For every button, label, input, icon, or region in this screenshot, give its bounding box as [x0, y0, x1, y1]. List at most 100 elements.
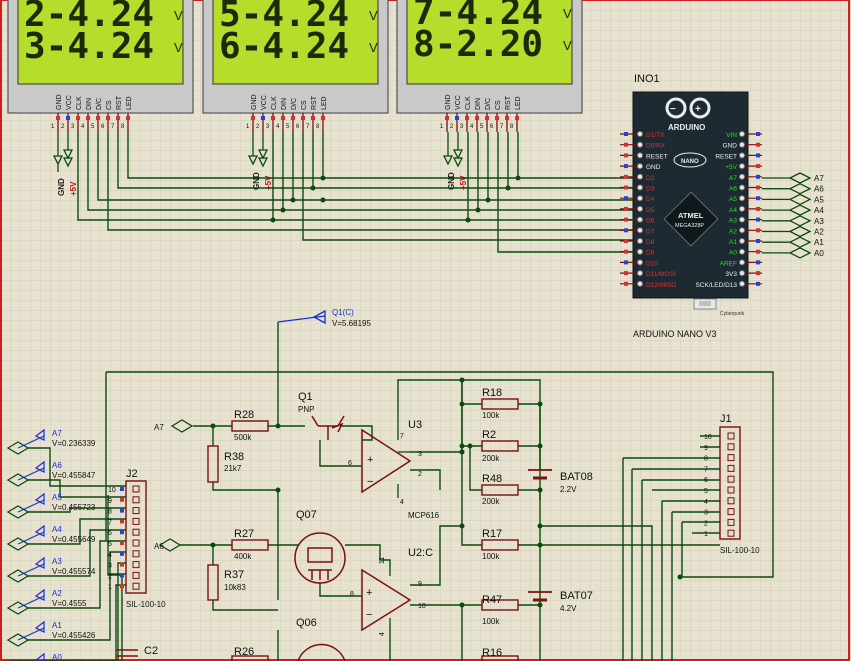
arduino-ref: INO1 [634, 73, 660, 85]
schematic-canvas[interactable]: 1-4.25V2-4.24V3-4.24VGND1VCC2CLK3DIN4D/C… [0, 0, 851, 661]
arduino-right-pin[interactable]: RESET [715, 153, 737, 160]
lcd-line: 6-4.24 [219, 26, 349, 67]
pin-state-marker [624, 206, 628, 211]
svg-text:10: 10 [418, 603, 426, 610]
j1-part: SIL-100-10 [720, 546, 760, 555]
arduino-left-pin[interactable]: D1/TX [646, 132, 665, 139]
probe-name: A4 [52, 525, 62, 534]
arduino-left-pin[interactable]: D10 [646, 260, 658, 267]
arduino-right-pin[interactable]: SCK/LED/D13 [695, 282, 737, 289]
probe-value: V=0.455723 [52, 503, 96, 512]
j2-pin-number: 5 [108, 541, 112, 548]
pin-state-marker [465, 116, 469, 120]
lcd-line: 3-4.24 [24, 26, 154, 67]
pin-state-marker [756, 271, 760, 276]
q1-type: PNP [298, 405, 314, 414]
pin-state-marker [311, 116, 315, 120]
svg-text:8: 8 [350, 591, 354, 598]
pin-state-marker [321, 116, 325, 120]
j1-pin-number: 5 [704, 488, 708, 495]
arduino-left-pin[interactable]: D4 [646, 196, 655, 203]
j2-pin-number: 7 [108, 519, 112, 526]
arduino-left-pin[interactable]: RESET [646, 153, 668, 160]
lcd-pin-label: RST [311, 95, 318, 110]
vcc-label-1: +5V [69, 181, 78, 196]
r27-ref: R27 [234, 528, 254, 540]
pin-state-marker [624, 249, 628, 254]
arduino-left-pin[interactable]: D6 [646, 218, 655, 225]
arduino-left-pin[interactable]: D5 [646, 207, 655, 214]
analog-port-label: A4 [814, 206, 824, 215]
q1-ref: Q1 [298, 391, 313, 403]
r28-ref: R28 [234, 409, 254, 421]
arduino-left-pin[interactable]: D8 [646, 239, 655, 246]
lcd-pin-label: D/C [96, 98, 103, 110]
pin-state-marker [66, 116, 70, 120]
arduino-right-pin[interactable]: +5V [725, 164, 737, 171]
svg-text:4: 4 [379, 632, 386, 636]
arduino-left-pin[interactable]: D3 [646, 186, 655, 193]
arduino-left-pin[interactable]: D0/RX [646, 143, 666, 150]
board-brand: Cyberpunk [720, 311, 745, 317]
arduino-left-pin[interactable]: GND [646, 164, 661, 171]
arduino-left-pin[interactable]: D2 [646, 175, 655, 182]
pin-state-marker [120, 584, 124, 589]
lcd-pin-label: CS [301, 100, 308, 110]
lcd-pin-label: CS [106, 100, 113, 110]
bat08-ref: BAT08 [560, 471, 593, 483]
r16-ref: R16 [482, 647, 502, 659]
arduino-right-pin[interactable]: AREF [720, 260, 737, 267]
lcd-pin-label: CLK [271, 96, 278, 110]
analog-port-label: A0 [814, 249, 824, 258]
lcd-pin-label: GND [251, 94, 258, 110]
pin-state-marker [624, 142, 628, 147]
arduino-left-pin[interactable]: D11/MOSI [646, 271, 676, 278]
lcd-display-2[interactable]: 4-4.24V5-4.24V6-4.24VGND1VCC2CLK3DIN4D/C… [202, 0, 389, 132]
analog-port-label: A5 [814, 195, 824, 204]
lcd-display-3[interactable]: 7-4.24 V8-2.20 VGND1VCC2CLK3DIN4D/C5CS6RST… [396, 0, 583, 132]
probe-value: V=0.455649 [52, 535, 96, 544]
net-label-a6: A6 [154, 542, 164, 551]
analog-port-label: A3 [814, 217, 824, 226]
arduino-right-pin[interactable]: A0 [729, 250, 737, 257]
probe-name: A1 [52, 621, 62, 630]
arduino-right-pin[interactable]: A7 [729, 175, 737, 182]
pin-state-marker [624, 281, 628, 286]
arduino-right-pin[interactable]: A5 [729, 196, 737, 203]
lcd-pin-label: GND [56, 94, 63, 110]
pin-state-marker [126, 116, 130, 120]
r26-ref: R26 [234, 646, 254, 658]
u2c-ref: U2:C [408, 547, 433, 559]
arduino-right-pin[interactable]: A1 [729, 239, 737, 246]
probe-value: V=0.4555 [52, 599, 87, 608]
arduino-right-pin[interactable]: A2 [729, 228, 737, 235]
arduino-right-pin[interactable]: A4 [729, 207, 737, 214]
j1-ref: J1 [720, 413, 732, 425]
arduino-right-pin[interactable]: A3 [729, 218, 737, 225]
pin-state-marker [624, 228, 628, 233]
r27-value: 400k [234, 552, 252, 561]
arduino-right-pin[interactable]: 3V3 [725, 271, 737, 278]
probe-q1-name: Q1(C) [332, 308, 354, 317]
arduino-left-pin[interactable]: D7 [646, 228, 655, 235]
probe-name: A6 [52, 461, 62, 470]
arduino-right-pin[interactable]: VIN [726, 132, 737, 139]
arduino-left-pin[interactable]: D9 [646, 250, 655, 257]
svg-text:11: 11 [379, 557, 386, 564]
arduino-right-pin[interactable]: A6 [729, 186, 737, 193]
arduino-left-pin[interactable]: D12/MISO [646, 282, 676, 289]
pin-state-marker [56, 116, 60, 120]
pin-state-marker [624, 260, 628, 265]
r17-value: 100k [482, 552, 500, 561]
j1-pin-number: 6 [704, 477, 708, 484]
arduino-right-pin[interactable]: GND [723, 143, 738, 150]
arduino-model-label: ARDUINO NANO V3 [633, 329, 717, 339]
q07-ref: Q07 [296, 509, 317, 521]
lcd-display-1[interactable]: 1-4.25V2-4.24V3-4.24VGND1VCC2CLK3DIN4D/C… [7, 0, 194, 132]
lcd-line: 8-2.20 [413, 24, 543, 65]
probe-name: A2 [52, 589, 62, 598]
bat07-ref: BAT07 [560, 590, 593, 602]
probe-value: V=0.455426 [52, 631, 96, 640]
analog-port-label: A1 [814, 238, 824, 247]
pin-state-marker [251, 116, 255, 120]
